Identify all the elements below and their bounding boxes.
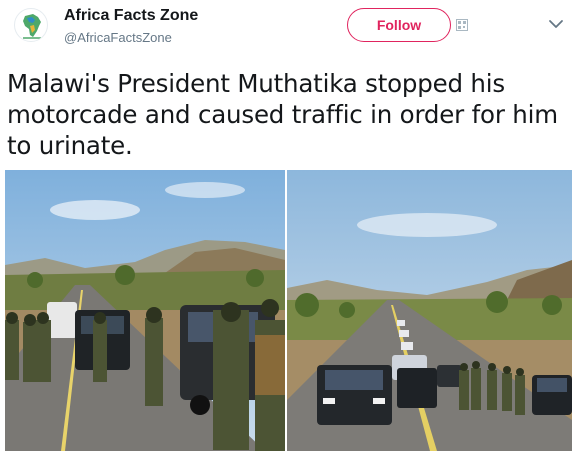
author-handle[interactable]: @AfricaFactsZone — [64, 30, 172, 45]
tweet-media — [5, 170, 572, 451]
author-display-name[interactable]: Africa Facts Zone — [64, 7, 198, 25]
photo-motorcade-road[interactable] — [287, 170, 572, 451]
tweet-text: Malawi's President Muthatika stopped his… — [7, 69, 558, 160]
photo-image — [5, 170, 285, 451]
account-avatar[interactable] — [14, 8, 48, 42]
follow-button[interactable]: Follow — [347, 8, 451, 42]
chevron-down-icon[interactable] — [548, 18, 564, 30]
qr-code-icon[interactable] — [456, 19, 468, 31]
tweet-header: Africa Facts Zone @AfricaFactsZone Follo… — [0, 0, 577, 60]
photo-image — [287, 170, 572, 451]
photo-soldiers-motorcade[interactable] — [5, 170, 285, 451]
africa-map-logo-icon — [23, 14, 41, 39]
